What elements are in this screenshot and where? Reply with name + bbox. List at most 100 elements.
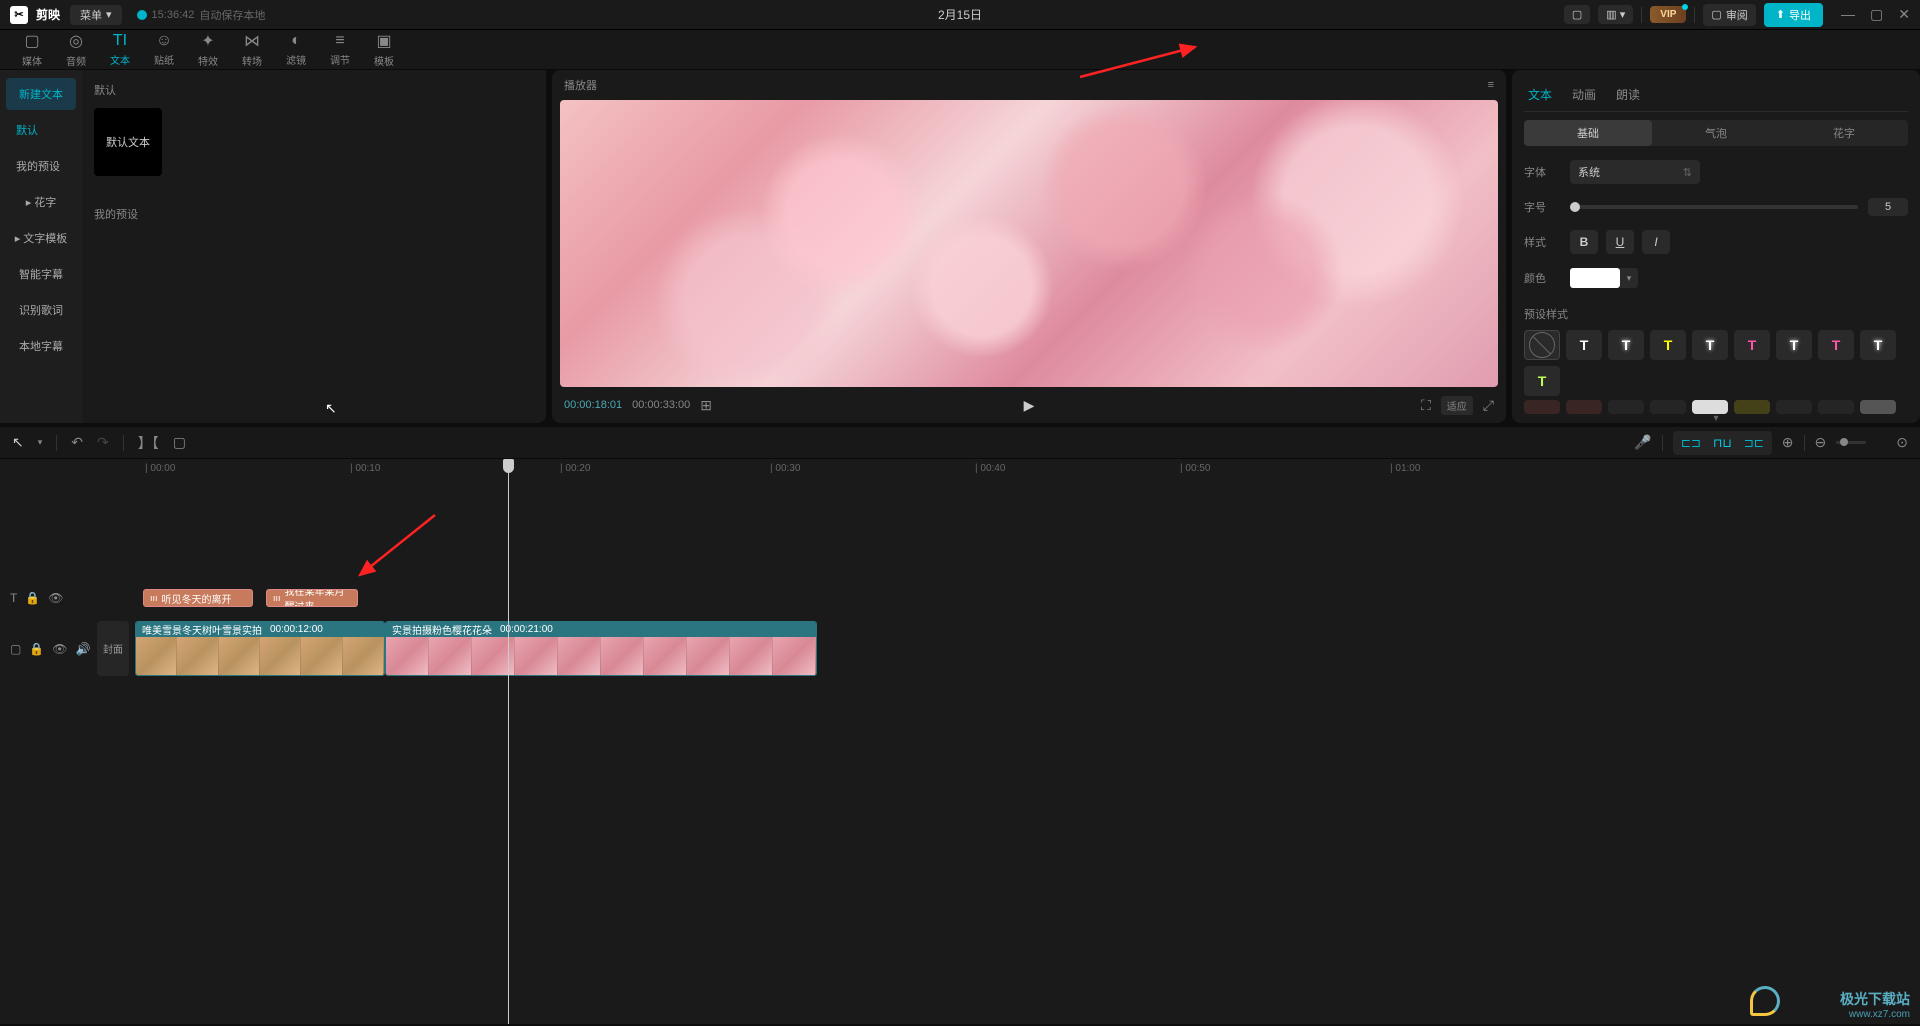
close-button[interactable]: ✕ — [1898, 6, 1910, 23]
zoom-fit[interactable]: ⊙ — [1896, 434, 1908, 451]
tab-媒体[interactable]: ▢媒体 — [10, 31, 54, 68]
play-button[interactable]: ▶ — [1024, 397, 1035, 414]
ratio-selector[interactable]: 适应 — [1441, 396, 1473, 415]
preset-7[interactable]: T — [1818, 330, 1854, 360]
sidebar-花字[interactable]: ▸ 花字 — [6, 186, 76, 218]
italic-button[interactable]: I — [1642, 230, 1670, 254]
eye-icon[interactable]: 👁 — [48, 591, 63, 605]
eye-icon[interactable]: 👁 — [52, 642, 67, 656]
rp-tab-动画[interactable]: 动画 — [1572, 86, 1596, 103]
zoom-out[interactable]: ⊖ — [1815, 434, 1827, 451]
color-swatch[interactable] — [1570, 268, 1620, 288]
rp-tab-文本[interactable]: 文本 — [1528, 86, 1552, 103]
fullscreen-icon[interactable]: ⤢ — [1483, 397, 1494, 414]
preset-6[interactable]: T — [1776, 330, 1812, 360]
timeline-ruler[interactable]: | 00:00| 00:10| 00:20| 00:30| 00:40| 00:… — [0, 459, 1920, 483]
preset-row2-9[interactable] — [1860, 400, 1896, 414]
rp-subtab-基础[interactable]: 基础 — [1524, 120, 1652, 146]
调节-icon: ≡ — [335, 32, 344, 50]
preset-5[interactable]: T — [1734, 330, 1770, 360]
lock-icon[interactable]: 🔒 — [29, 642, 44, 656]
tab-滤镜[interactable]: ◐滤镜 — [274, 32, 318, 67]
sidebar-新建文本[interactable]: 新建文本 — [6, 78, 76, 110]
preset-4[interactable]: T — [1692, 330, 1728, 360]
zoom-slider[interactable] — [1836, 441, 1866, 444]
preset-row2-5[interactable] — [1692, 400, 1728, 414]
minimize-button[interactable]: — — [1841, 6, 1855, 23]
preset-8[interactable]: T — [1860, 330, 1896, 360]
size-input[interactable]: 5 — [1868, 198, 1908, 216]
underline-button[interactable]: U — [1606, 230, 1634, 254]
tab-音频[interactable]: ◎音频 — [54, 31, 98, 68]
size-slider[interactable] — [1570, 205, 1858, 209]
magnet-center[interactable]: ⊓⊔ — [1707, 433, 1738, 453]
preset-1[interactable]: T — [1566, 330, 1602, 360]
preset-row2-1[interactable] — [1524, 400, 1560, 414]
preset-row2-4[interactable] — [1650, 400, 1686, 414]
rp-subtab-花字[interactable]: 花字 — [1780, 120, 1908, 146]
preset-row2-6[interactable] — [1734, 400, 1770, 414]
maximize-button[interactable]: ▢ — [1870, 6, 1883, 23]
mic-icon[interactable]: 🎤 — [1634, 434, 1651, 451]
vip-button[interactable]: VIP — [1650, 6, 1686, 23]
font-select[interactable]: 系统⇅ — [1570, 160, 1700, 184]
sidebar-本地字幕[interactable]: 本地字幕 — [6, 330, 76, 362]
delete-tool[interactable]: ▢ — [173, 434, 186, 451]
timeline-toolbar: ↖ ▾ ↶ ↷ 】【 ▢ 🎤 ⊏⊐ ⊓⊔ ⊐⊏ ⊕ ⊖ ⊙ — [0, 427, 1920, 459]
preset-row2-8[interactable] — [1818, 400, 1854, 414]
playhead[interactable] — [508, 459, 509, 1024]
grid-icon[interactable]: ⊞ — [700, 397, 712, 414]
magnet-left[interactable]: ⊏⊐ — [1675, 433, 1707, 453]
review-button[interactable]: ▢审阅 — [1703, 4, 1755, 26]
player-canvas[interactable] — [560, 100, 1498, 387]
player-panel: 播放器 ≡ 00:00:18:01 00:00:33:00 ⊞ ▶ ⛶ 适应 ⤢ — [552, 70, 1506, 423]
layout-button-2[interactable]: ▥ ▾ — [1598, 5, 1633, 24]
align-tool[interactable]: ⊕ — [1782, 434, 1794, 451]
tab-转场[interactable]: ⋈转场 — [230, 31, 274, 68]
export-button[interactable]: ⬆导出 — [1764, 3, 1823, 27]
tab-贴纸[interactable]: ☺贴纸 — [142, 32, 186, 67]
player-menu-icon[interactable]: ≡ — [1488, 79, 1494, 91]
preset-row2-2[interactable] — [1566, 400, 1602, 414]
scan-icon[interactable]: ⛶ — [1421, 397, 1431, 414]
expand-presets-icon[interactable]: ▾ — [1713, 413, 1718, 423]
cover-button[interactable]: 封面 — [97, 621, 129, 676]
sidebar-我的预设[interactable]: 我的预设 — [6, 150, 76, 182]
color-dropdown[interactable]: ▾ — [1620, 268, 1638, 288]
preset-row2-7[interactable] — [1776, 400, 1812, 414]
undo-button[interactable]: ↶ — [71, 434, 83, 451]
sidebar-智能字幕[interactable]: 智能字幕 — [6, 258, 76, 290]
preset-3[interactable]: T — [1650, 330, 1686, 360]
preset-2[interactable]: T — [1608, 330, 1644, 360]
sidebar-识别歌词[interactable]: 识别歌词 — [6, 294, 76, 326]
rp-subtab-气泡[interactable]: 气泡 — [1652, 120, 1780, 146]
magnet-right[interactable]: ⊐⊏ — [1738, 433, 1770, 453]
text-clip[interactable]: ııı我在某年某月醒过来 — [266, 589, 358, 607]
sidebar-默认[interactable]: 默认 — [6, 114, 76, 146]
tab-调节[interactable]: ≡调节 — [318, 32, 362, 67]
preset-row2-3[interactable] — [1608, 400, 1644, 414]
sidebar-文字模板[interactable]: ▸ 文字模板 — [6, 222, 76, 254]
video-clip[interactable]: 实景拍摄粉色樱花花朵00:00:21:00 — [385, 621, 817, 676]
pointer-tool[interactable]: ↖ — [12, 434, 24, 451]
bold-button[interactable]: B — [1570, 230, 1598, 254]
tab-特效[interactable]: ✦特效 — [186, 31, 230, 68]
split-tool[interactable]: 】【 — [138, 433, 159, 453]
tab-文本[interactable]: TI文本 — [98, 32, 142, 67]
preset-9[interactable]: T — [1524, 366, 1560, 396]
video-clip[interactable]: 唯美雪景冬天树叶雪景实拍00:00:12:00 — [135, 621, 385, 676]
text-clip[interactable]: ııı听见冬天的离开 — [143, 589, 253, 607]
lock-icon[interactable]: 🔒 — [25, 591, 40, 605]
文本-icon: TI — [113, 32, 127, 50]
rp-tab-朗读[interactable]: 朗读 — [1616, 86, 1640, 103]
autosave-status: 15:36:42 自动保存本地 — [137, 7, 266, 23]
menu-dropdown[interactable]: 菜单▾ — [70, 5, 122, 25]
redo-button[interactable]: ↷ — [97, 434, 109, 451]
layout-button-1[interactable]: ▢ — [1564, 5, 1590, 24]
properties-panel: 文本动画朗读 基础气泡花字 字体 系统⇅ 字号 5 样式 B U I 颜色 ▾ — [1512, 70, 1920, 423]
tab-模板[interactable]: ▣模板 — [362, 31, 406, 68]
default-text-preset[interactable]: 默认文本 — [94, 108, 162, 176]
preset-0[interactable] — [1524, 330, 1560, 360]
pointer-dropdown[interactable]: ▾ — [38, 437, 43, 448]
mute-icon[interactable]: 🔊 — [76, 642, 91, 656]
